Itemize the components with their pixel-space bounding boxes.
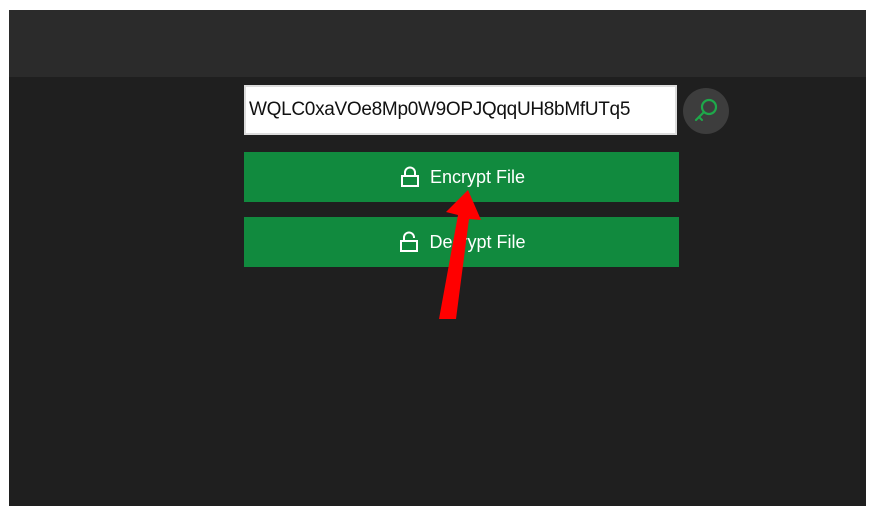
decrypt-file-label: Decrypt File bbox=[429, 231, 526, 252]
decrypt-file-button[interactable]: Decrypt File bbox=[244, 217, 679, 267]
key-input[interactable] bbox=[244, 85, 677, 135]
app-window: Encrypt File Decrypt File bbox=[9, 10, 866, 506]
key-icon bbox=[691, 96, 721, 126]
generate-key-button[interactable] bbox=[683, 88, 729, 134]
lock-closed-icon bbox=[398, 165, 422, 189]
lock-open-icon bbox=[397, 230, 421, 254]
encrypt-file-label: Encrypt File bbox=[429, 166, 526, 187]
encrypt-file-button[interactable]: Encrypt File bbox=[244, 152, 679, 202]
title-bar bbox=[9, 10, 866, 77]
